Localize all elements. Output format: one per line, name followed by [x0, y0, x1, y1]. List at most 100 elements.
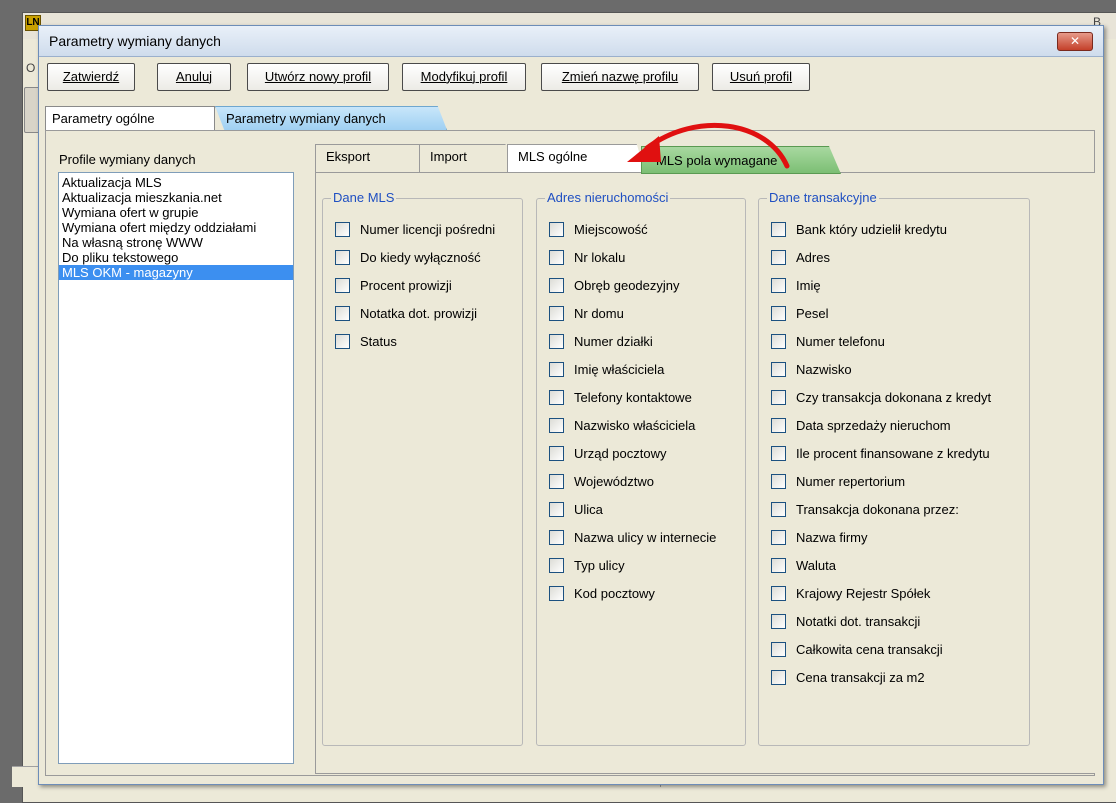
checkbox[interactable] — [771, 418, 786, 433]
checkbox-row[interactable]: Do kiedy wyłączność — [335, 250, 481, 270]
checkbox[interactable] — [771, 558, 786, 573]
checkbox[interactable] — [771, 334, 786, 349]
close-icon: ✕ — [1069, 34, 1081, 48]
group-adres-nieruchomosci: Adres nieruchomości Miejscowość Nr lokal… — [536, 190, 746, 746]
checkbox[interactable] — [549, 362, 564, 377]
checkbox-label: Bank który udzielił kredytu — [796, 222, 948, 237]
checkbox[interactable] — [771, 446, 786, 461]
checkbox-label: Czy transakcja dokonana z kredyt — [796, 390, 992, 405]
checkbox-row[interactable]: Nr lokalu — [549, 250, 625, 270]
checkbox[interactable] — [549, 586, 564, 601]
checkbox-row[interactable]: Województwo — [549, 474, 654, 494]
checkbox-row[interactable]: Nazwisko właściciela — [549, 418, 695, 438]
checkbox-row[interactable]: Notatki dot. transakcji — [771, 614, 920, 634]
checkbox[interactable] — [549, 334, 564, 349]
delete-profile-button[interactable]: Usuń profil — [712, 63, 810, 91]
checkbox-row[interactable]: Bank który udzielił kredytu — [771, 222, 947, 242]
checkbox[interactable] — [771, 642, 786, 657]
toolbar: Zatwierdź Anuluj Utwórz nowy profil Mody… — [39, 57, 1103, 101]
checkbox[interactable] — [549, 502, 564, 517]
checkbox[interactable] — [549, 390, 564, 405]
modify-profile-button[interactable]: Modyfikuj profil — [402, 63, 526, 91]
list-item[interactable]: Aktualizacja MLS — [59, 175, 293, 190]
list-item[interactable]: Aktualizacja mieszkania.net — [59, 190, 293, 205]
checkbox[interactable] — [771, 670, 786, 685]
checkbox-label: Notatka dot. prowizji — [360, 306, 478, 321]
checkbox-row[interactable]: Obręb geodezyjny — [549, 278, 680, 298]
tab-import[interactable]: Import — [419, 144, 511, 172]
checkbox-row[interactable]: Notatka dot. prowizji — [335, 306, 477, 326]
profiles-list[interactable]: Aktualizacja MLS Aktualizacja mieszkania… — [58, 172, 294, 764]
checkbox[interactable] — [771, 222, 786, 237]
list-item-selected[interactable]: MLS OKM - magazyny — [59, 265, 293, 280]
checkbox-row[interactable]: Status — [335, 334, 397, 354]
checkbox-row[interactable]: Numer licencji pośredni — [335, 222, 495, 242]
list-item[interactable]: Wymiana ofert w grupie — [59, 205, 293, 220]
checkbox-row[interactable]: Nazwa firmy — [771, 530, 868, 550]
checkbox-row[interactable]: Numer repertorium — [771, 474, 905, 494]
checkbox[interactable] — [549, 474, 564, 489]
checkbox[interactable] — [549, 222, 564, 237]
checkbox[interactable] — [771, 614, 786, 629]
checkbox[interactable] — [771, 306, 786, 321]
checkbox-row[interactable]: Pesel — [771, 306, 829, 326]
checkbox-row[interactable]: Krajowy Rejestr Spółek — [771, 586, 930, 606]
checkbox[interactable] — [771, 474, 786, 489]
checkbox-row[interactable]: Procent prowizji — [335, 278, 452, 298]
checkbox[interactable] — [335, 250, 350, 265]
tab-general-parameters[interactable]: Parametry ogólne — [45, 106, 215, 130]
checkbox[interactable] — [549, 530, 564, 545]
list-item[interactable]: Do pliku tekstowego — [59, 250, 293, 265]
tab-export[interactable]: Eksport — [315, 144, 423, 172]
rename-profile-button[interactable]: Zmień nazwę profilu — [541, 63, 699, 91]
tab-exchange-parameters[interactable]: Parametry wymiany danych — [215, 106, 447, 130]
checkbox[interactable] — [335, 334, 350, 349]
checkbox-row[interactable]: Całkowita cena transakcji — [771, 642, 943, 662]
checkbox[interactable] — [549, 306, 564, 321]
checkbox[interactable] — [549, 446, 564, 461]
checkbox-row[interactable]: Numer działki — [549, 334, 653, 354]
checkbox[interactable] — [771, 502, 786, 517]
checkbox-label: Waluta — [796, 558, 836, 573]
checkbox-row[interactable]: Ile procent finansowane z kredytu — [771, 446, 990, 466]
checkbox-row[interactable]: Kod pocztowy — [549, 586, 655, 606]
checkbox[interactable] — [335, 306, 350, 321]
checkbox-row[interactable]: Typ ulicy — [549, 558, 625, 578]
checkbox-row[interactable]: Czy transakcja dokonana z kredyt — [771, 390, 991, 410]
checkbox-row[interactable]: Numer telefonu — [771, 334, 885, 354]
checkbox[interactable] — [771, 250, 786, 265]
checkbox-row[interactable]: Ulica — [549, 502, 603, 522]
checkbox-row[interactable]: Imię właściciela — [549, 362, 664, 382]
confirm-button[interactable]: Zatwierdź — [47, 63, 135, 91]
checkbox[interactable] — [771, 530, 786, 545]
checkbox[interactable] — [335, 222, 350, 237]
checkbox[interactable] — [549, 418, 564, 433]
create-profile-button[interactable]: Utwórz nowy profil — [247, 63, 389, 91]
checkbox[interactable] — [549, 250, 564, 265]
checkbox-row[interactable]: Data sprzedaży nieruchom — [771, 418, 951, 438]
checkbox-row[interactable]: Imię — [771, 278, 821, 298]
list-item[interactable]: Na własną stronę WWW — [59, 235, 293, 250]
checkbox-row[interactable]: Telefony kontaktowe — [549, 390, 692, 410]
checkbox-row[interactable]: Nazwa ulicy w internecie — [549, 530, 716, 550]
checkbox-row[interactable]: Nr domu — [549, 306, 624, 326]
checkbox-label: Imię właściciela — [574, 362, 665, 377]
checkbox-row[interactable]: Miejscowość — [549, 222, 648, 242]
checkbox[interactable] — [549, 278, 564, 293]
list-item[interactable]: Wymiana ofert między oddziałami — [59, 220, 293, 235]
checkbox-row[interactable]: Adres — [771, 250, 830, 270]
close-button[interactable]: ✕ — [1057, 32, 1093, 51]
checkbox[interactable] — [771, 278, 786, 293]
checkbox-row[interactable]: Cena transakcji za m2 — [771, 670, 925, 690]
checkbox[interactable] — [771, 390, 786, 405]
checkbox[interactable] — [771, 362, 786, 377]
checkbox-row[interactable]: Transakcja dokonana przez: — [771, 502, 959, 522]
checkbox[interactable] — [335, 278, 350, 293]
checkbox[interactable] — [771, 586, 786, 601]
checkbox-label: Urząd pocztowy — [574, 446, 667, 461]
checkbox-row[interactable]: Nazwisko — [771, 362, 852, 382]
cancel-button[interactable]: Anuluj — [157, 63, 231, 91]
checkbox-row[interactable]: Urząd pocztowy — [549, 446, 666, 466]
checkbox-row[interactable]: Waluta — [771, 558, 836, 578]
checkbox[interactable] — [549, 558, 564, 573]
